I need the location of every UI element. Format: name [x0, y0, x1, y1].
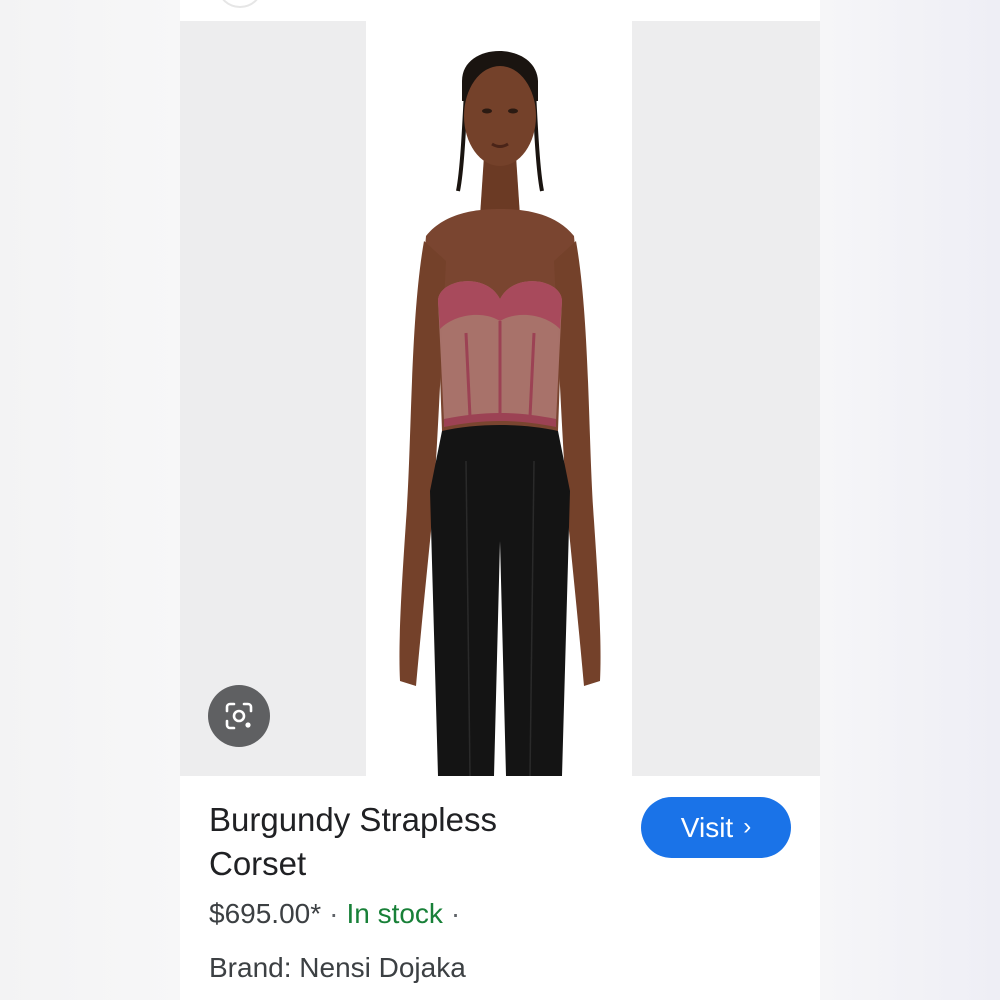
- google-lens-icon: [225, 702, 253, 730]
- top-partial-button[interactable]: [218, 0, 262, 8]
- chevron-right-icon: ›: [743, 812, 752, 840]
- separator-dot: ·: [329, 898, 339, 929]
- product-photo[interactable]: [366, 21, 632, 776]
- visit-button-label: Visit: [680, 811, 734, 843]
- product-image-area[interactable]: [180, 21, 820, 776]
- price-row: $695.00* · In stock ·: [209, 894, 468, 934]
- product-card: Burgundy Strapless Corset Visit › $695.0…: [180, 0, 820, 1000]
- product-price: $695.00*: [209, 898, 322, 929]
- blurred-background-right: [820, 0, 1000, 1000]
- availability-status: In stock: [346, 898, 443, 929]
- corset: [438, 281, 562, 427]
- screen: Burgundy Strapless Corset Visit › $695.0…: [0, 0, 1000, 1000]
- product-info: Burgundy Strapless Corset Visit › $695.0…: [180, 776, 820, 1000]
- model-illustration: [399, 51, 601, 776]
- blurred-background-left: [0, 0, 180, 1000]
- head: [464, 66, 536, 166]
- trailing-separator-dot: ·: [450, 898, 461, 929]
- product-title[interactable]: Burgundy Strapless Corset: [209, 798, 579, 886]
- visit-button[interactable]: Visit ›: [641, 797, 791, 858]
- pants: [430, 425, 570, 776]
- product-brand: Brand: Nensi Dojaka: [209, 952, 466, 983]
- google-lens-button[interactable]: [208, 685, 270, 747]
